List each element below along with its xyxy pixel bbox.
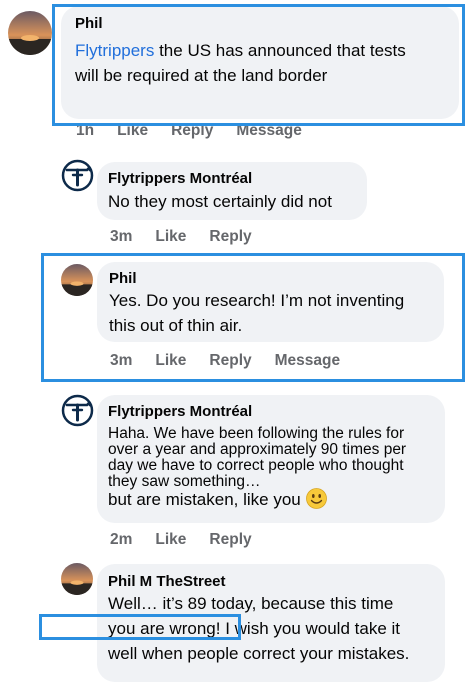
highlight-box <box>41 253 465 382</box>
comment-bubble: Flytrippers Montréal No they most certai… <box>97 162 367 220</box>
comment-text: Haha. We have been following the rules f… <box>108 425 407 490</box>
avatar-flytrippers[interactable] <box>61 159 94 192</box>
highlight-box <box>39 614 241 640</box>
airplane-logo-icon <box>61 394 94 427</box>
comment-bubble: Flytrippers Montréal Haha. We have been … <box>97 395 445 523</box>
comment-actions: 3m Like Reply <box>110 228 275 246</box>
comment-text: but are mistaken, like you <box>108 487 327 516</box>
avatar-phil[interactable] <box>8 11 52 55</box>
sunset-photo-icon <box>8 11 52 55</box>
comment-text: No they most certainly did not <box>108 192 332 211</box>
slightly-smiling-face-icon <box>305 488 327 516</box>
reply-button[interactable]: Reply <box>209 228 251 246</box>
comment-time[interactable]: 2m <box>110 531 132 549</box>
comment-author[interactable]: Flytrippers Montréal <box>108 170 252 188</box>
avatar-phil-m-thestreet[interactable] <box>61 563 93 595</box>
sunset-photo-icon <box>61 563 93 595</box>
highlight-box <box>52 4 465 126</box>
comment-author[interactable]: Flytrippers Montréal <box>108 403 252 421</box>
airplane-logo-icon <box>61 159 94 192</box>
like-button[interactable]: Like <box>155 531 186 549</box>
reply-button[interactable]: Reply <box>209 531 251 549</box>
comment-author[interactable]: Phil M TheStreet <box>108 573 226 591</box>
comment-actions: 2m Like Reply <box>110 531 275 549</box>
like-button[interactable]: Like <box>155 228 186 246</box>
comment-time[interactable]: 3m <box>110 228 132 246</box>
avatar-flytrippers[interactable] <box>61 394 94 427</box>
